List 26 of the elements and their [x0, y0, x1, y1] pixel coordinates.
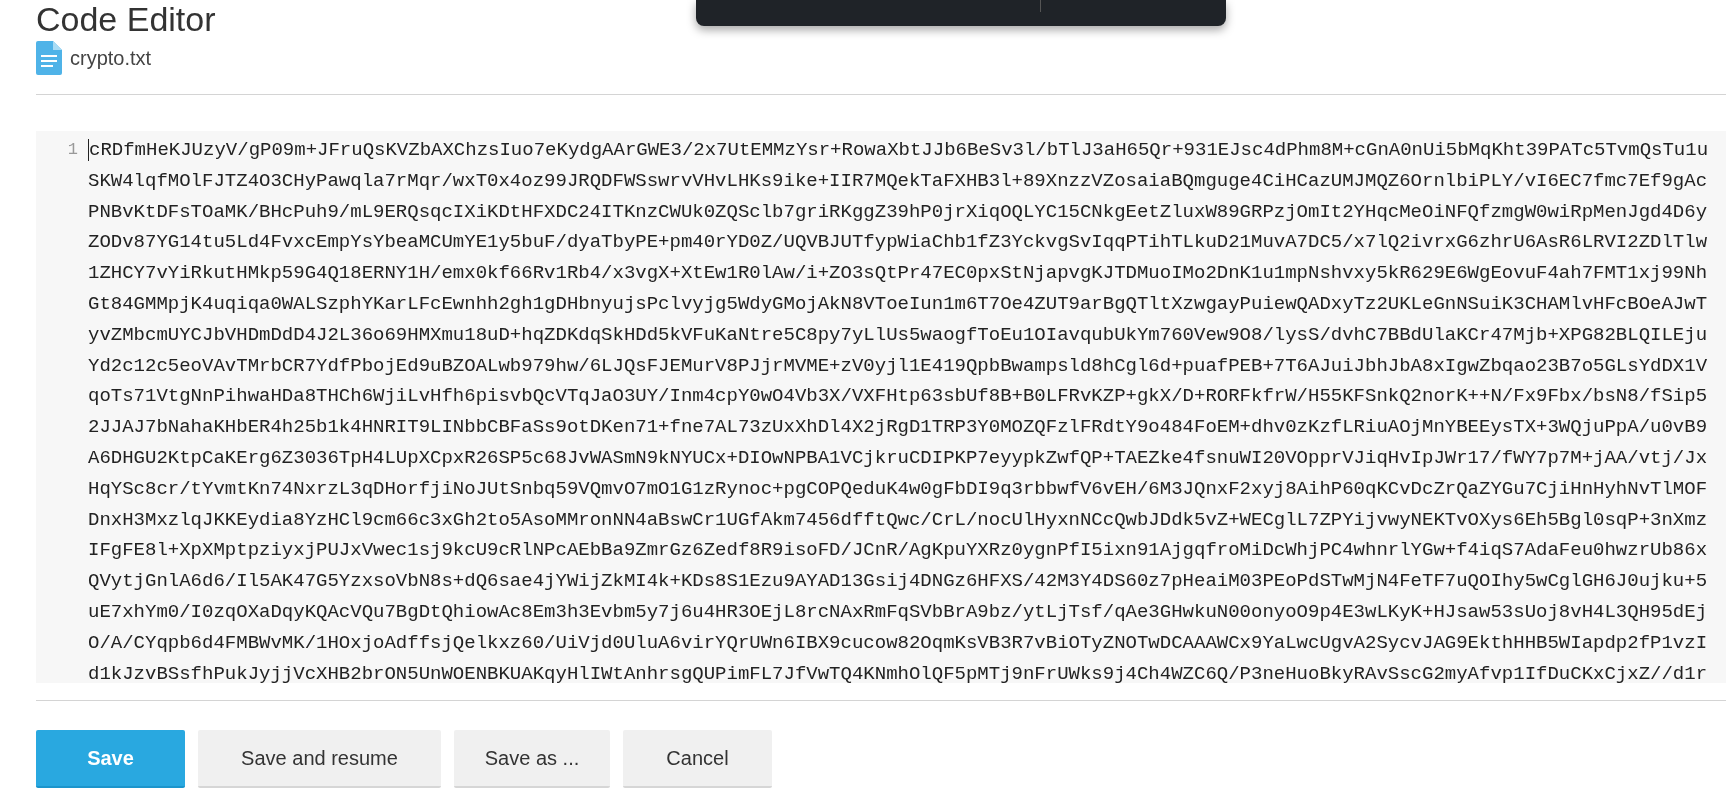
code-text: HqYSc8cr/tYvmtKn74NxrzL3qDHorfjiNoJUtSnbq59VQmvO7mO1G1zRynoc+pgCOPQeduK4w0gFbDI9q3rbbwfV6vEH/6M3JQnxF2xyj8AihP60qKCvDcZrQaZYGu7CjiHnHyhNvTlMOF — [88, 476, 1708, 502]
code-text: 1ZHCY7vYiRkutHMkp59G4Q18ERNY1H/emx0kf66Rv1Rb4/x3vgX+XtEw1R0lAw/i+ZO3sQtPr47EC0pxStNjapvgKJTDMuoIMo2DnK1u1mpNshvxy5kR629E6WgEovuF4ah7FMT1xj99Nh — [88, 261, 1708, 287]
secondary-button[interactable]: Save and resume — [198, 730, 441, 788]
file-name: crypto.txt — [70, 46, 152, 71]
code-text: cRDfmHeKJUzyV/gP09m+JFruQsKVZbAXChzsIuo7eKydgAArGWE3/2x7UtEMMzYsr+RowaXbtJJb6BeSv3l/bTlJ3aH65Qr+931EJsc4dPhm8M+cGnA0nUi5bMqKht39PATc5TvmQsTu1u — [89, 138, 1709, 163]
secondary-button[interactable]: Cancel — [623, 730, 772, 788]
code-text: Yd2c12c5eoVAvTMrbCR7YdfPbojEd9uBZOALwb979hw/6LJQsFJEMurV8PJjrMVME+zV0yjl1E419QpbBwampsld8hCgl6d+puafPEB+7T6AJuiJbhJbA8xIgwZbqao23B7o5GLsYdDX1V — [88, 353, 1708, 379]
secondary-button[interactable]: Save as ... — [454, 730, 610, 788]
code-text: Gt84GMMpjK4uqiqa0WALSzphYKarLFcEwnhh2gh1gDHbnyujsPclvyjg5WdyGMojAkN8VToeIun1m6T7Oe4ZUT9arBgQTltXzwgayPuiewQADxyTz2UKLeGnNSuiK3CHAMlvHFcBOeAJwT — [88, 292, 1708, 317]
code-editor[interactable] — [36, 131, 1726, 683]
page-title: Code Editor — [36, 0, 216, 38]
code-text: O/A/CYqpb6d4FMBWvMK/1HOxjoAdffsjQelkxz60/UiVjd0UluA6virYQrUWn6IBX9cucow82OqmKsVB3R7vBiOTyZNOTwDCAAAWCx9YaLwcUgvA2SycvJAG9EkthHHB5WIapdp2fP1vzI — [88, 630, 1708, 656]
code-text: yvZMbcmUYCJbVHDmDdD4J2L36o69HMXmu18uD+hqZDKdqSkHDd5kVFuKaNtre5C8py7yLlUs5waogfToEu1OIavqubUkYm760Vew9O8/lysS/dvhC7BBdUlaKCr47Mjb+XPG82BLQILEju — [88, 322, 1708, 348]
code-text: qoTs71VtgNnPihwaHDa8THCh6WjiLvHfh6pisvbQcVTqJaO3UY/Inm4cpY0wO4Vb3X/VXFHtp63sbUf8B+B0LFRvKZP+gkX/D+RORFkfrW/H55KFSnkQ2norK++N/Fx9Fbx/bsN8/fSip5 — [88, 384, 1708, 410]
code-text: d1kJzvBSsfhPukJyjjVcXHB2brON5UnWOENBKUAKqyHlIWtAnhrsgQUPimFL7JfVwTQ4KNmhOlQF5pMTj9nFrUWks9j4Ch4WZC6Q/P3neHuoBkyRAvSscG2myAfvp1IfDuCKxCjxZ//d1r — [88, 661, 1708, 683]
code-text: SKW4lqfMOlFJTZ4O3CHyPawqla7rMqr/wxT0x4oz99JRQDFWSswrvVHvLHKs9ike+IIR7MQekTaFXHB3l+89XnzzVZosaiaBQmguge4CiHCazUMJMQZ6OrnlbiPLY/vI6EC7fmc7Ef9gAc — [88, 168, 1708, 194]
file-icon — [36, 41, 62, 75]
code-text: PNBvKtDFsTOaMK/BHcPuh9/mL9ERQsqcIXiKDtHFXDC24ITKnzCWUk0ZQSclb7griRKggZ39hP0jrXiqOQLYC15CNkgEetZluxW89GRPzjOmIt2YHqcMeOiNFQfzmgW0wiRpMenJgd4D6y — [88, 199, 1708, 225]
code-text: IFgFE8l+XpXMptpziyxjPUJxVwec1sj9kcU9cRlNPcAEbBa9ZmrGz6Zedf8R9isoFD/JCnR/AgKpuYXRz0ygnPfI5ixn91AjgqfroMiDcWhjPC4whnrlYGw+f4iqS7AdaFeu0hwzrUb86x — [88, 538, 1708, 564]
code-text: 2JJAJ7bNahaKHbER4h25b1k4HNRIT9LINbbCBFaSs9otDKen71+fne7AL73zUxXhDl4X2jRgD1TRP3Y0MOZQFzlFRdtY9o484FoEM+dhv0zKzfLRiuAOjMnYBEEysTX+3WQjuPpA/u0vB9 — [88, 415, 1708, 441]
code-text: uE7xhYm0/I0zqOXaDqyKQAcVQu7BgDtQhiowAc8Em3h3Evbm5y7j6u4HR3OEjL8rcNAxRmFqSVbBrA9bz/ytLjTsf/qAe3GHwkuN00onyoO9p4E3wLKyK+HJsaw53sUoj8vH4L3QH95dEj — [88, 599, 1708, 625]
line-number: 1 — [67, 139, 78, 161]
code-text: ZODv87YG14tu5Ld4FvxcEmpYsYbeaMCUmYE1y5buF/dyaTbyPE+pm40rYD0Z/UQVBJUTfypWiaChb1fZ3YckvgSvIqqPTihTLkuD21MuvA7DC5/x7lQ2ivrxG6zhrU6AsR6LRVI2ZDlTlw — [88, 230, 1708, 256]
code-text: QVytjGnlA6d6/Il5AK47G5YzxsoVbN8s+dQ6sae4jYWijZkMI4k+KDs8S1Ezu9AYAD13Gsij4DNGz6HFXS/42M3Y4DS60z7pHeaiM03PEoPdSTwMjN4FeTF7uQOIhy5wCglGH6J0ujku+5 — [88, 569, 1708, 595]
code-text: DnxH3MxzlqJKKEydia8YzHCl9cm66c3xGh2to5AsoMMronNN4aBswCr1UGfAkm7456dfftQwc/CrL/nocUlHyxnNCcQwbJDdk5vZ+WECglL7ZPYijvwyNEKTvOXys6Eh5Bgl0sqP+3nXmz — [88, 507, 1708, 533]
code-text: A6DHGU2KtpCaKErg6Z3036TpH4LUpXCpxR26SP5c68JvWASmN9kNYUCx+DIOwNPBA1VCjkruCDIPKP7eyypkZwfQP+TAEZke4fsnuWI20VOpprVJiqHvIpJWr17/fWY7p7M+jAA/vtj/Jx — [88, 445, 1708, 471]
